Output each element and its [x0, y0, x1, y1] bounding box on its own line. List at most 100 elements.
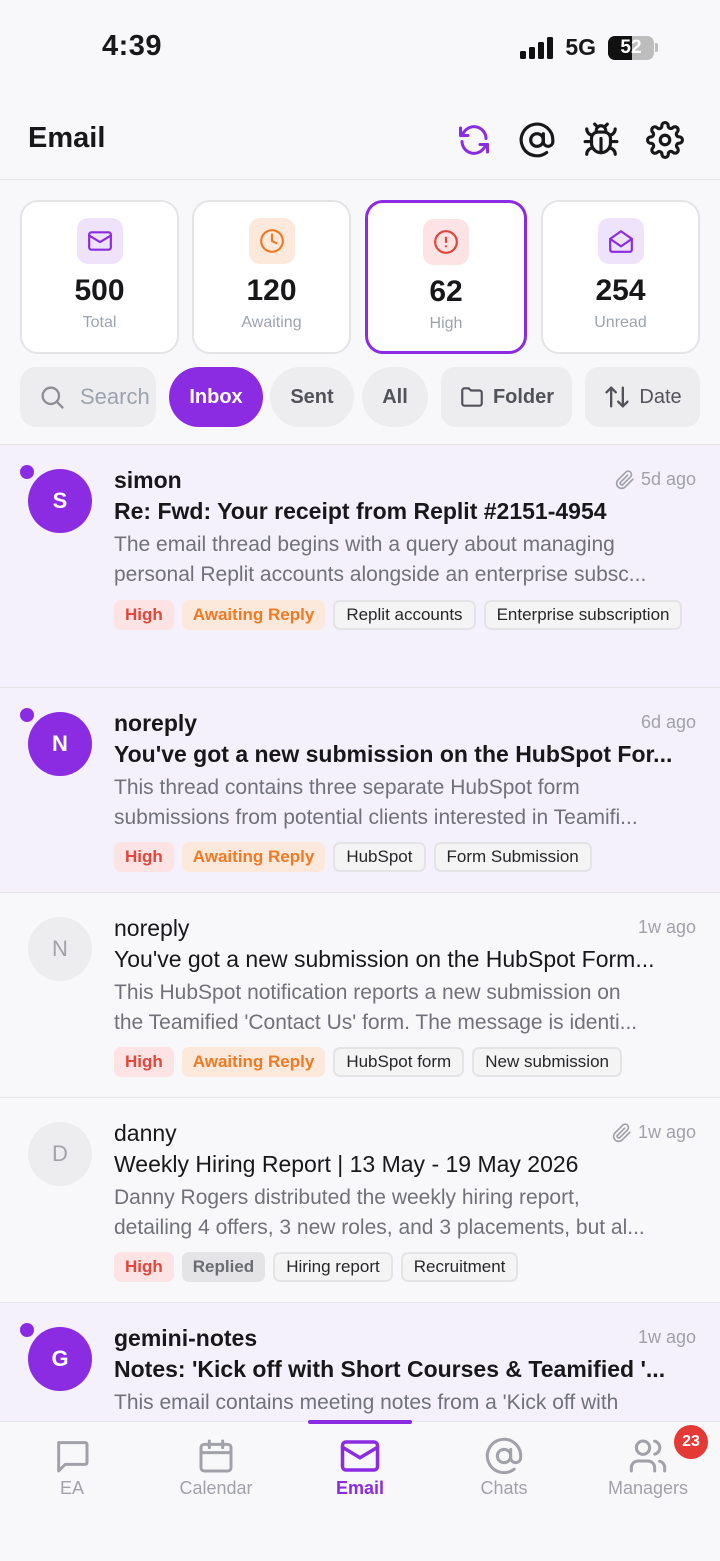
topic-tag: Hiring report [273, 1252, 393, 1282]
preview-line: submissions from potential clients inter… [114, 806, 638, 829]
search-input[interactable]: Search [20, 367, 156, 427]
priority-tag: High [114, 1252, 174, 1282]
email-subject: Re: Fwd: Your receipt from Replit #2151-… [114, 498, 607, 524]
stat-label: Unread [594, 314, 647, 331]
email-time-group: 1w ago [638, 917, 696, 938]
preview-line: personal Replit accounts alongside an en… [114, 563, 647, 586]
stat-label: High [429, 315, 463, 332]
calendar-icon [194, 1434, 238, 1478]
preview-line: This HubSpot notification reports a new … [114, 981, 621, 1004]
topic-tag: Recruitment [400, 1252, 519, 1282]
stat-value: 500 [74, 274, 125, 307]
stat-card-total[interactable]: 500 Total [20, 200, 179, 354]
status-tag: Replied [181, 1252, 266, 1282]
topic-tag: Replit accounts [333, 600, 476, 630]
stat-card-high[interactable]: 62 High [365, 200, 527, 354]
email-item[interactable]: N noreply 1w ago You've got a new submis… [0, 893, 720, 1098]
stat-value: 62 [429, 275, 463, 308]
stats-row: 500 Total 120 Awaiting 62 High 254 Unrea… [20, 200, 700, 354]
status-indicators: 5G 52 [520, 34, 658, 61]
status-tag: Awaiting Reply [181, 842, 326, 872]
bug-report-button[interactable] [579, 118, 623, 162]
topic-tag: Form Submission [433, 842, 592, 872]
clock-icon [248, 218, 295, 264]
email-time: 1w ago [637, 1122, 696, 1142]
email-subject: Weekly Hiring Report | 13 May - 19 May 2… [114, 1151, 579, 1177]
battery-level: 52 [620, 36, 642, 58]
nav-item-ea[interactable]: EA [0, 1422, 144, 1532]
email-time: 6d ago [640, 712, 696, 732]
email-preview: This thread contains three separate HubS… [114, 773, 694, 833]
notification-badge: 23 [674, 1425, 708, 1459]
email-preview: This email contains meeting notes from a… [114, 1388, 694, 1418]
email-time-group: 1w ago [638, 1327, 696, 1348]
topic-tag: Enterprise subscription [483, 600, 683, 630]
priority-tag: High [114, 1047, 174, 1077]
tab-all[interactable]: All [362, 367, 428, 427]
tab-sent[interactable]: Sent [270, 367, 354, 427]
folder-label: Folder [492, 385, 555, 408]
paperclip-icon [615, 469, 634, 489]
email-tags: High Replied Hiring report Recruitment [114, 1252, 704, 1282]
alert-circle-icon [423, 219, 469, 265]
topic-tag: New submission [472, 1047, 622, 1077]
status-tag: Awaiting Reply [181, 600, 326, 630]
paperclip-icon [612, 1122, 631, 1142]
nav-label: Managers [607, 1478, 689, 1498]
email-sender: noreply [114, 710, 198, 736]
mail-icon [76, 218, 123, 264]
email-time-group: 6d ago [641, 712, 696, 733]
email-subject: Notes: 'Kick off with Short Courses & Te… [114, 1356, 666, 1382]
email-sender: gemini-notes [114, 1325, 258, 1351]
mentions-button[interactable] [515, 118, 559, 162]
status-tag: Awaiting Reply [181, 1047, 326, 1077]
stat-card-awaiting[interactable]: 120 Awaiting [192, 200, 351, 354]
status-time: 4:39 [102, 30, 163, 62]
nav-item-email[interactable]: Email [288, 1422, 432, 1532]
preview-line: The email thread begins with a query abo… [114, 533, 615, 556]
email-sender: danny [114, 1120, 177, 1146]
settings-button[interactable] [643, 118, 687, 162]
bottom-nav: EA Calendar Email Chats Managers 23 [0, 1420, 720, 1561]
preview-line: This thread contains three separate HubS… [114, 776, 580, 799]
email-subject: You've got a new submission on the HubSp… [114, 741, 673, 767]
email-item[interactable]: G gemini-notes 1w ago Notes: 'Kick off w… [0, 1303, 720, 1421]
email-item[interactable]: D danny 1w ago Weekly Hiring Report | 13… [0, 1098, 720, 1303]
priority-tag: High [114, 600, 174, 630]
stat-value: 120 [246, 274, 297, 307]
preview-line: the Teamified 'Contact Us' form. The mes… [114, 1011, 638, 1034]
preview-line: This email contains meeting notes from a… [114, 1391, 619, 1414]
nav-item-chats[interactable]: Chats [432, 1422, 576, 1532]
nav-item-calendar[interactable]: Calendar [144, 1422, 288, 1532]
priority-tag: High [114, 842, 174, 872]
email-subject: You've got a new submission on the HubSp… [114, 946, 655, 972]
email-item[interactable]: N noreply 6d ago You've got a new submis… [0, 688, 720, 893]
email-time-group: 1w ago [612, 1122, 696, 1143]
stat-card-unread[interactable]: 254 Unread [541, 200, 700, 354]
folder-button[interactable]: Folder [441, 367, 572, 427]
at-sign-icon [519, 122, 555, 158]
filter-bar: Search Inbox Sent All Folder Date [20, 367, 720, 429]
email-time: 1w ago [637, 1327, 696, 1347]
network-label: 5G [565, 34, 596, 60]
users-icon [626, 1434, 670, 1478]
refresh-button[interactable] [452, 118, 496, 162]
stat-label: Total [82, 314, 117, 331]
unread-dot [20, 465, 34, 479]
email-sender: noreply [114, 915, 190, 941]
email-tags: High Awaiting Reply Replit accounts Ente… [114, 600, 704, 630]
email-preview: Danny Rogers distributed the weekly hiri… [114, 1183, 694, 1243]
avatar: N [28, 917, 92, 981]
mail-icon [338, 1434, 382, 1478]
nav-label: Calendar [179, 1478, 253, 1498]
email-preview: The email thread begins with a query abo… [114, 530, 694, 590]
app-header: Email [0, 100, 720, 180]
bug-icon [583, 122, 619, 156]
tab-inbox[interactable]: Inbox [169, 367, 263, 427]
sort-button[interactable]: Date [585, 367, 700, 427]
email-item[interactable]: S simon 5d ago Re: Fwd: Your receipt fro… [0, 445, 720, 688]
unread-dot [20, 708, 34, 722]
search-placeholder: Search [80, 384, 150, 409]
stat-label: Awaiting [241, 314, 302, 331]
page-title: Email [28, 122, 106, 154]
